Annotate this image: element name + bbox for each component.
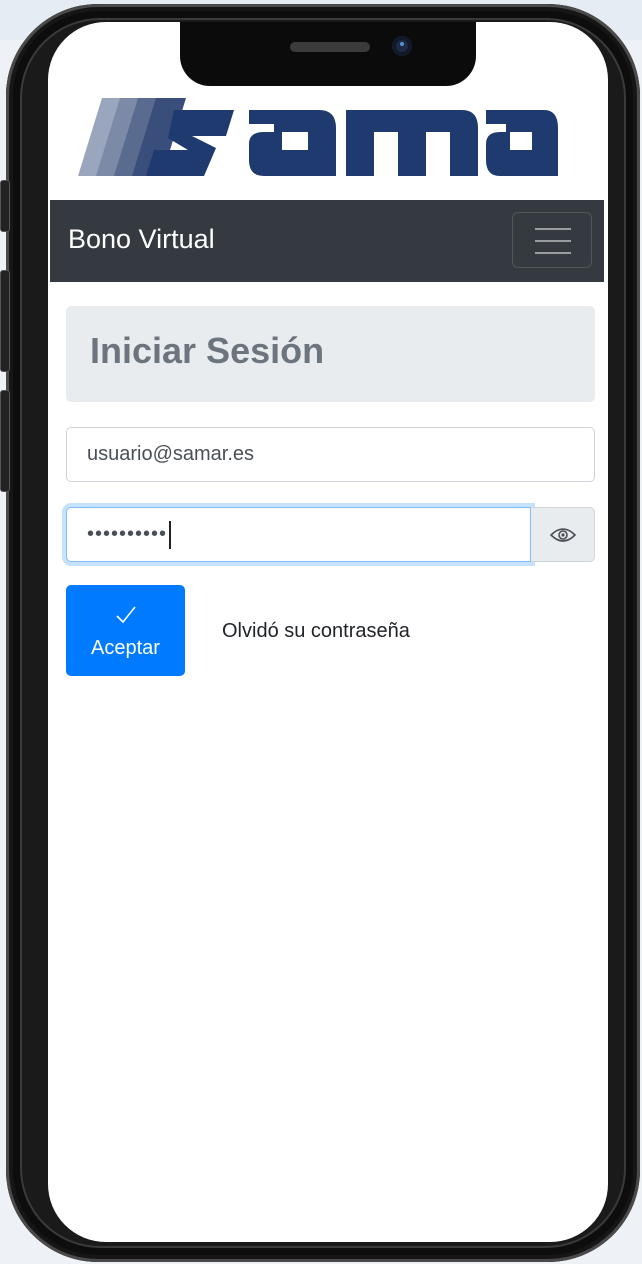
- login-header: Iniciar Sesión: [66, 306, 595, 402]
- mute-switch: [0, 180, 10, 232]
- phone-notch: [180, 22, 476, 86]
- email-field[interactable]: usuario@samar.es: [66, 427, 595, 482]
- text-cursor: [169, 520, 172, 549]
- volume-up-button: [0, 270, 10, 372]
- front-camera: [392, 36, 412, 56]
- page-title: Iniciar Sesión: [90, 330, 325, 371]
- forgot-password-link[interactable]: Olvidó su contraseña: [222, 620, 410, 643]
- email-value: usuario@samar.es: [87, 443, 255, 465]
- accept-button[interactable]: Aceptar: [66, 585, 185, 676]
- samar-logo: samar: [74, 88, 574, 188]
- navbar-brand[interactable]: Bono Virtual: [68, 224, 215, 255]
- show-password-button[interactable]: [531, 507, 595, 562]
- eye-icon: [549, 527, 576, 542]
- hamburger-icon: [535, 228, 571, 254]
- password-field[interactable]: ••••••••••: [66, 507, 531, 562]
- volume-down-button: [0, 390, 10, 492]
- accept-button-label: Aceptar: [91, 637, 160, 659]
- password-value: ••••••••••: [87, 523, 168, 545]
- check-icon: [116, 606, 136, 624]
- navbar: Bono Virtual: [50, 200, 604, 282]
- navbar-toggler-button[interactable]: [512, 212, 592, 268]
- speaker-grille: [290, 42, 370, 52]
